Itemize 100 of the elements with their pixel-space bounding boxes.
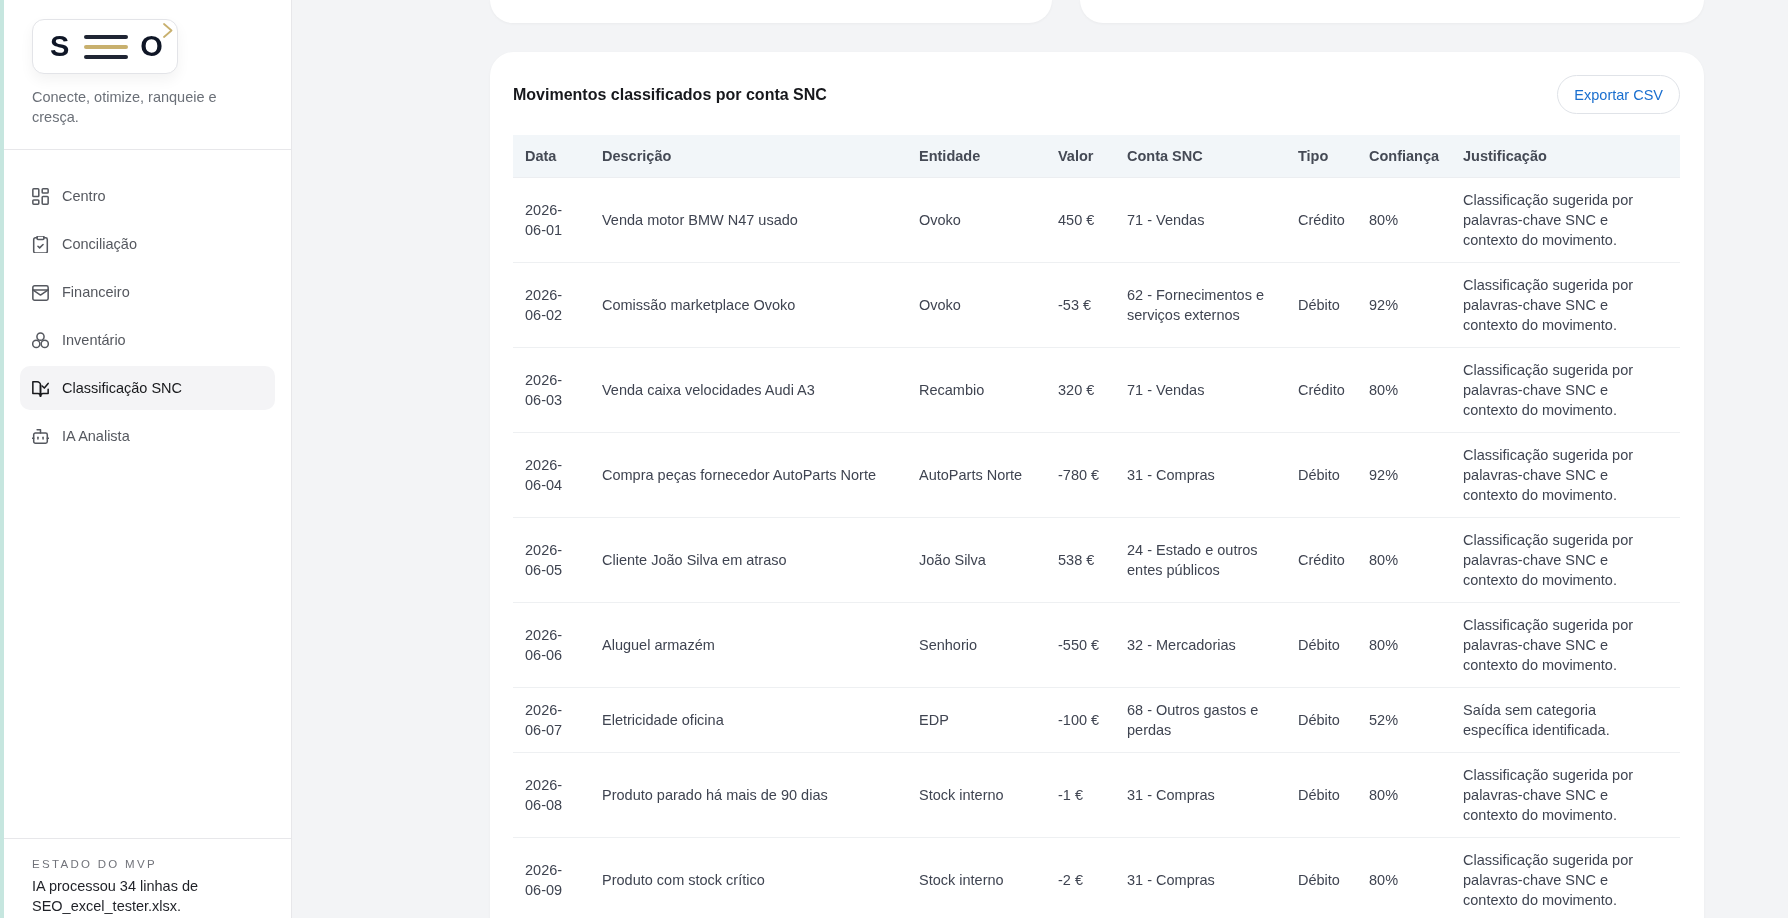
robot-icon (32, 427, 49, 445)
table-cell: Débito (1286, 837, 1357, 918)
table-cell: 2026-06-01 (513, 177, 590, 263)
table-cell: Débito (1286, 602, 1357, 688)
table-cell: Classificação sugerida por palavras-chave SNC e contexto do movimento. (1451, 347, 1680, 433)
nav-item[interactable]: Financeiro (20, 270, 275, 314)
table-cell: 80% (1357, 752, 1451, 838)
table-cell: -100 € (1046, 687, 1115, 753)
table-cell: -780 € (1046, 432, 1115, 518)
table-cell: Classificação sugerida por palavras-chave SNC e contexto do movimento. (1451, 517, 1680, 603)
circles-icon (32, 331, 49, 349)
book-check-icon (32, 379, 49, 397)
table-cell: Aluguel armazém (590, 602, 907, 688)
table-cell: 31 - Compras (1115, 837, 1286, 918)
status-heading: ESTADO DO MVP (32, 857, 158, 871)
table-cell: 31 - Compras (1115, 432, 1286, 518)
table-cell: 24 - Estado e outros entes públicos (1115, 517, 1286, 603)
table-cell: 80% (1357, 347, 1451, 433)
table-cell: Comissão marketplace Ovoko (590, 262, 907, 348)
export-button[interactable]: Exportar CSV (1557, 75, 1680, 114)
table-cell: AutoParts Norte (907, 432, 1046, 518)
table-cell: 68 - Outros gastos e perdas (1115, 687, 1286, 753)
chevron-icon (162, 23, 173, 38)
table-cell: -53 € (1046, 262, 1115, 348)
column-header: Descrição (590, 135, 907, 178)
table-cell: 80% (1357, 177, 1451, 263)
table-cell: -1 € (1046, 752, 1115, 838)
table-cell: Venda caixa velocidades Audi A3 (590, 347, 907, 433)
table-cell: Saída sem categoria específica identificada. (1451, 687, 1680, 753)
tagline: Conecte, otimize, ranqueie e cresça. (32, 88, 218, 127)
table-cell: -2 € (1046, 837, 1115, 918)
nav-item[interactable]: IA Analista (20, 414, 275, 458)
table-cell: Classificação sugerida por palavras-chave SNC e contexto do movimento. (1451, 602, 1680, 688)
table-cell: 2026-06-09 (513, 837, 590, 918)
table-cell: Crédito (1286, 347, 1357, 433)
table-cell: Ovoko (907, 177, 1046, 263)
table-cell: 450 € (1046, 177, 1115, 263)
table-cell: Compra peças fornecedor AutoParts Norte (590, 432, 907, 518)
table-cell: 71 - Vendas (1115, 347, 1286, 433)
table-cell: Classificação sugerida por palavras-chave SNC e contexto do movimento. (1451, 752, 1680, 838)
table-cell: 80% (1357, 837, 1451, 918)
nav-item[interactable]: Classificação SNC (20, 366, 275, 410)
table-cell: Senhorio (907, 602, 1046, 688)
bars-icon (84, 34, 129, 59)
table-cell: 80% (1357, 602, 1451, 688)
table-cell: 62 - Fornecimentos e serviços externos (1115, 262, 1286, 348)
table-cell: Débito (1286, 432, 1357, 518)
nav-item[interactable]: Inventário (20, 318, 275, 362)
table-cell: Cliente João Silva em atraso (590, 517, 907, 603)
nav-item[interactable]: Conciliação (20, 222, 275, 266)
table-cell: Stock interno (907, 837, 1046, 918)
table-cell: Classificação sugerida por palavras-chave SNC e contexto do movimento. (1451, 177, 1680, 263)
table-cell: 2026-06-02 (513, 262, 590, 348)
table-cell: 2026-06-08 (513, 752, 590, 838)
dashboard-icon (32, 187, 49, 205)
table-cell: Eletricidade oficina (590, 687, 907, 753)
table-cell: Venda motor BMW N47 usado (590, 177, 907, 263)
table-cell: 71 - Vendas (1115, 177, 1286, 263)
table-cell: Débito (1286, 687, 1357, 753)
table-cell: 320 € (1046, 347, 1115, 433)
table-cell: Classificação sugerida por palavras-chave SNC e contexto do movimento. (1451, 837, 1680, 918)
table-cell: Crédito (1286, 177, 1357, 263)
column-header: Conta SNC (1115, 135, 1286, 178)
table-cell: 32 - Mercadorias (1115, 602, 1286, 688)
table-cell: 2026-06-05 (513, 517, 590, 603)
table-cell: EDP (907, 687, 1046, 753)
table-cell: Stock interno (907, 752, 1046, 838)
table-cell: Crédito (1286, 517, 1357, 603)
column-header: Tipo (1286, 135, 1357, 178)
table-cell: Ovoko (907, 262, 1046, 348)
table-cell: Recambio (907, 347, 1046, 433)
table-cell: 92% (1357, 262, 1451, 348)
table-cell: 92% (1357, 432, 1451, 518)
table-cell: 2026-06-03 (513, 347, 590, 433)
table-cell: -550 € (1046, 602, 1115, 688)
logo-letter: O (140, 32, 163, 61)
table-cell: 52% (1357, 687, 1451, 753)
table-cell: Débito (1286, 262, 1357, 348)
column-header: Confiança (1357, 135, 1451, 178)
column-header: Valor (1046, 135, 1115, 178)
table-cell: Classificação sugerida por palavras-chave SNC e contexto do movimento. (1451, 262, 1680, 348)
table-cell: Produto com stock crítico (590, 837, 907, 918)
table-cell: 31 - Compras (1115, 752, 1286, 838)
table-cell: 2026-06-07 (513, 687, 590, 753)
column-header: Justificação (1451, 135, 1680, 178)
table-cell: 2026-06-06 (513, 602, 590, 688)
column-header: Entidade (907, 135, 1046, 178)
envelope-icon (32, 283, 49, 301)
column-header: Data (513, 135, 590, 178)
clipboard-check-icon (32, 235, 49, 253)
table-cell: 80% (1357, 517, 1451, 603)
table-cell: João Silva (907, 517, 1046, 603)
logo-letter: S (50, 32, 70, 61)
table-cell: Débito (1286, 752, 1357, 838)
table-cell: Classificação sugerida por palavras-chave SNC e contexto do movimento. (1451, 432, 1680, 518)
panel-title: Movimentos classificados por conta SNC (513, 85, 827, 104)
table-cell: Produto parado há mais de 90 dias (590, 752, 907, 838)
table-cell: 2026-06-04 (513, 432, 590, 518)
table-cell: 538 € (1046, 517, 1115, 603)
nav-item[interactable]: Centro (20, 174, 275, 218)
